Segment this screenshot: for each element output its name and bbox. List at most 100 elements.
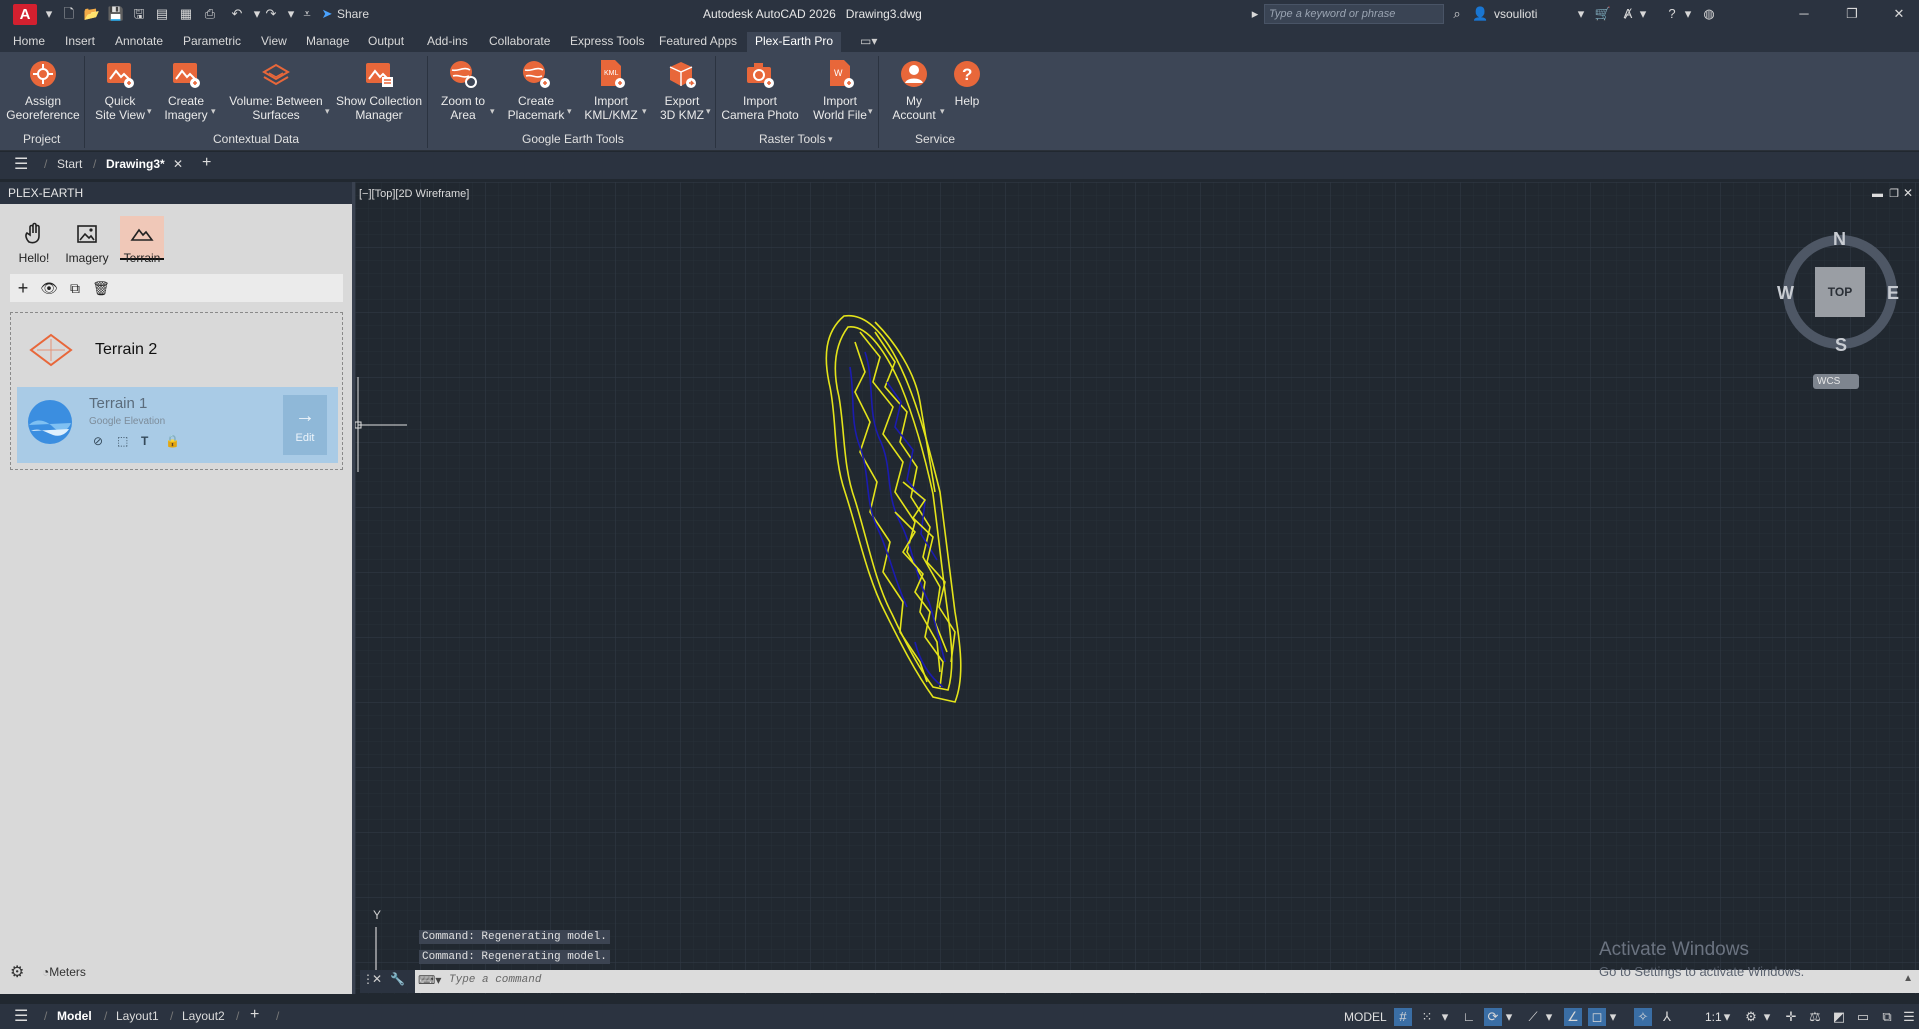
- tab-annotate[interactable]: Annotate: [107, 32, 171, 52]
- command-history-toggle-icon[interactable]: ▲: [1903, 973, 1913, 984]
- add-icon[interactable]: +: [14, 279, 32, 297]
- viewcube-top-face[interactable]: TOP: [1815, 267, 1865, 317]
- a360-dropdown-icon[interactable]: ▾: [1638, 5, 1648, 23]
- object-snap-icon[interactable]: ◻: [1588, 1008, 1606, 1026]
- boundary-icon[interactable]: ⬚: [117, 434, 133, 448]
- show-collection-manager-button[interactable]: Show Collection Manager: [334, 58, 424, 122]
- terrain-item-1[interactable]: Terrain 1 Google Elevation ⊘ ⬚ T 🔒 → Edi…: [17, 387, 338, 463]
- web-save-icon[interactable]: ▤: [153, 5, 171, 23]
- trash-icon[interactable]: 🗑: [92, 279, 110, 297]
- tab-view[interactable]: View: [253, 32, 295, 52]
- tab-featured-apps[interactable]: Featured Apps: [651, 32, 745, 52]
- ribbon-state-toggle-icon[interactable]: ▭▾: [852, 32, 885, 52]
- object-snap-tracking-icon[interactable]: ∠: [1564, 1008, 1582, 1026]
- volume-dropdown-icon[interactable]: ▾: [325, 106, 330, 117]
- tab-output[interactable]: Output: [360, 32, 412, 52]
- share-icon[interactable]: ➤: [318, 5, 336, 23]
- cart-icon[interactable]: 🛒: [1594, 5, 1612, 23]
- import-camera-photo-button[interactable]: Import Camera Photo: [718, 58, 802, 122]
- viewport-controls-label[interactable]: [−][Top][2D Wireframe]: [359, 188, 469, 200]
- hidden-eye-icon[interactable]: ⊘: [93, 434, 109, 448]
- tab-parametric[interactable]: Parametric: [175, 32, 249, 52]
- zoom-to-area-button[interactable]: Zoom to Area: [434, 58, 492, 122]
- isometric-icon[interactable]: ⟋: [1524, 1008, 1542, 1026]
- assign-georeference-button[interactable]: Assign Georeference: [5, 58, 81, 122]
- command-input[interactable]: Type a command: [449, 974, 541, 986]
- isolate-objects-icon[interactable]: ◩: [1830, 1008, 1848, 1026]
- settings-gear-icon[interactable]: ⚙: [10, 962, 24, 982]
- palette-tab-terrain[interactable]: Terrain: [120, 216, 164, 265]
- command-customize-icon[interactable]: 🔧: [390, 972, 405, 986]
- compass-south[interactable]: S: [1835, 335, 1847, 356]
- autodesk-a360-icon[interactable]: Ⱥ: [1619, 5, 1637, 23]
- snap-mode-icon[interactable]: ⁙: [1418, 1008, 1436, 1026]
- command-prompt-icon[interactable]: ⌨▾: [418, 973, 441, 987]
- wcs-menu[interactable]: WCS: [1813, 374, 1859, 389]
- hamburger-menu-icon[interactable]: ☰: [14, 154, 28, 174]
- feedback-icon[interactable]: ◍: [1700, 5, 1718, 23]
- export-kmz-dropdown-icon[interactable]: ▾: [706, 106, 711, 117]
- tab-home[interactable]: Home: [5, 32, 53, 52]
- terrain-item-2[interactable]: Terrain 2: [17, 321, 338, 383]
- drawing-viewport[interactable]: [−][Top][2D Wireframe] Y ▬ ❐ ✕ TOP N S E…: [355, 182, 1919, 994]
- open-folder-icon[interactable]: 📂: [83, 5, 101, 23]
- file-tab-drawing3[interactable]: Drawing3*: [106, 157, 165, 171]
- layout-tab-layout2[interactable]: Layout2: [182, 1009, 225, 1023]
- annotation-monitor-icon[interactable]: ✛: [1782, 1008, 1800, 1026]
- tab-add-ins[interactable]: Add-ins: [419, 32, 476, 52]
- ortho-mode-icon[interactable]: ∟: [1460, 1008, 1478, 1026]
- command-close-icon[interactable]: ✕: [372, 972, 382, 986]
- model-space-toggle[interactable]: MODEL: [1344, 1010, 1387, 1024]
- new-tab-icon[interactable]: +: [202, 154, 211, 172]
- workspace-gear-icon[interactable]: ⚙: [1742, 1008, 1760, 1026]
- file-tab-start[interactable]: Start: [57, 157, 82, 171]
- search-icon[interactable]: ⌕: [1448, 5, 1466, 23]
- compass-east[interactable]: E: [1887, 283, 1899, 304]
- compass-north[interactable]: N: [1833, 229, 1846, 250]
- copy-icon[interactable]: ⧉: [66, 279, 84, 297]
- polar-dropdown-icon[interactable]: ▾: [1504, 1008, 1514, 1026]
- units-icon[interactable]: ⚖: [1806, 1008, 1824, 1026]
- viewport-restore-icon[interactable]: ❐: [1889, 187, 1899, 200]
- auto-scale-icon[interactable]: ⅄: [1658, 1008, 1676, 1026]
- customization-menu-icon[interactable]: ☰: [1900, 1008, 1918, 1026]
- close-window-icon[interactable]: ✕: [1890, 5, 1908, 23]
- account-dropdown-icon[interactable]: ▾: [940, 106, 945, 117]
- create-imagery-dropdown-icon[interactable]: ▾: [211, 106, 216, 117]
- layout-tab-model[interactable]: Model: [57, 1009, 92, 1023]
- polar-tracking-icon[interactable]: ⟳: [1484, 1008, 1502, 1026]
- minimize-window-icon[interactable]: ─: [1795, 5, 1813, 23]
- palette-tab-hello[interactable]: Hello!: [14, 222, 54, 265]
- viewport-close-icon[interactable]: ✕: [1903, 186, 1913, 200]
- save-icon[interactable]: 💾: [107, 5, 125, 23]
- undo-icon[interactable]: ↶: [228, 5, 246, 23]
- help-icon[interactable]: ?: [1663, 5, 1681, 23]
- snap-dropdown-icon[interactable]: ▾: [1440, 1008, 1450, 1026]
- eye-icon[interactable]: 👁: [40, 279, 58, 297]
- close-tab-icon[interactable]: ✕: [173, 157, 183, 171]
- zoom-area-dropdown-icon[interactable]: ▾: [490, 106, 495, 117]
- new-file-icon[interactable]: 🗋: [60, 5, 78, 23]
- quick-site-view-dropdown-icon[interactable]: ▾: [147, 106, 152, 117]
- viewport-minimize-icon[interactable]: ▬: [1872, 188, 1883, 200]
- clean-screen-icon[interactable]: ▭: [1854, 1008, 1872, 1026]
- world-file-dropdown-icon[interactable]: ▾: [868, 106, 873, 117]
- viewcube[interactable]: TOP N S E W: [1775, 227, 1905, 357]
- osnap-dropdown-icon[interactable]: ▾: [1608, 1008, 1618, 1026]
- isometric-dropdown-icon[interactable]: ▾: [1544, 1008, 1554, 1026]
- layout-menu-icon[interactable]: ☰: [14, 1006, 28, 1026]
- help-dropdown-icon[interactable]: ▾: [1683, 5, 1693, 23]
- lock-icon[interactable]: 🔒: [165, 434, 181, 448]
- export-3d-kmz-button[interactable]: Export 3D KMZ: [654, 58, 710, 122]
- annotation-visibility-icon[interactable]: ✧: [1634, 1008, 1652, 1026]
- raster-tools-dropdown-icon[interactable]: ▾: [828, 134, 833, 145]
- tab-express-tools[interactable]: Express Tools: [562, 32, 652, 52]
- placemark-dropdown-icon[interactable]: ▾: [567, 106, 572, 117]
- search-expand-icon[interactable]: ▸: [1250, 5, 1260, 23]
- text-label-icon[interactable]: T: [141, 434, 157, 448]
- redo-icon[interactable]: ↷: [262, 5, 280, 23]
- user-dropdown-icon[interactable]: ▾: [1576, 5, 1586, 23]
- tab-insert[interactable]: Insert: [57, 32, 103, 52]
- import-kml-dropdown-icon[interactable]: ▾: [642, 106, 647, 117]
- save-as-icon[interactable]: 🖫: [130, 5, 148, 23]
